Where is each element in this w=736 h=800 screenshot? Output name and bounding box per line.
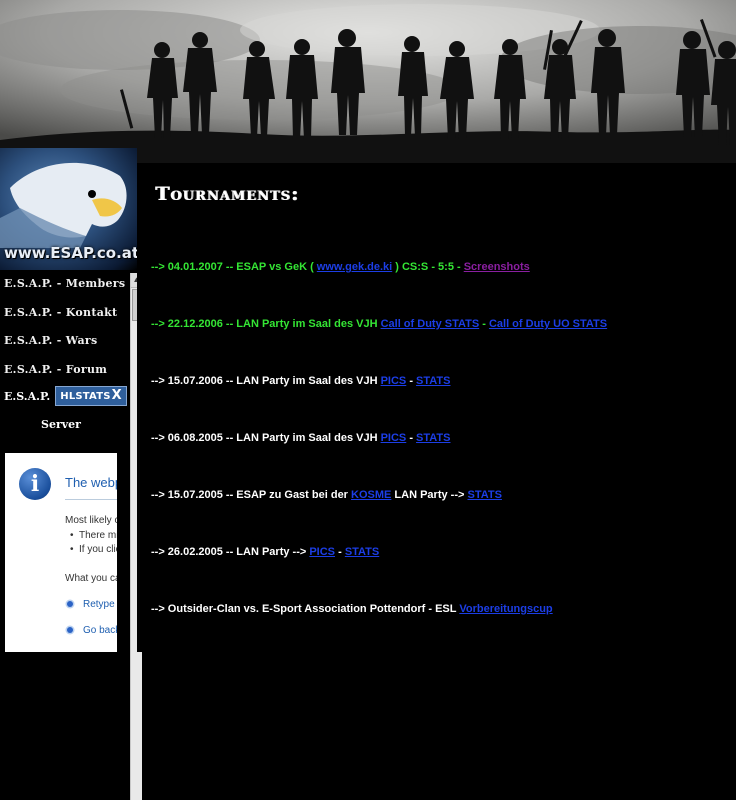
sidebar: www.ESAP.co.at E.S.A.P. - Members E.S.A.… bbox=[0, 148, 143, 800]
retype-option[interactable]: Retype the address. bbox=[67, 599, 117, 610]
bullet-icon bbox=[67, 627, 73, 634]
sidebar-menu: E.S.A.P. - Members E.S.A.P. - Kontakt E.… bbox=[0, 273, 130, 431]
tournament-link[interactable]: STATS bbox=[416, 375, 450, 387]
cause-bullet: If you clicked on a link, it may be out … bbox=[70, 544, 117, 555]
tournament-entry: --> 22.12.2006 -- LAN Party im Saal des … bbox=[151, 318, 607, 330]
hlstats-prefix: E.S.A.P. bbox=[4, 389, 51, 403]
go-back-option[interactable]: Go back to the previous page. bbox=[67, 625, 117, 636]
tournament-text: --> Outsider-Clan vs. E-Sport Associatio… bbox=[151, 603, 460, 615]
tournament-link[interactable]: KOSME bbox=[351, 489, 391, 501]
tournament-link[interactable]: Call of Duty STATS bbox=[381, 318, 480, 330]
tournament-text: --> 26.02.2005 -- LAN Party --> bbox=[151, 546, 310, 558]
hlstats-badge: HLSTATSX bbox=[55, 386, 127, 406]
hlstats-x-icon: X bbox=[111, 388, 122, 403]
hlstats-link[interactable]: E.S.A.P. HLSTATSX bbox=[0, 384, 130, 408]
tournament-text: --> 15.07.2005 -- ESAP zu Gast bei der bbox=[151, 489, 352, 501]
tournament-link[interactable]: STATS bbox=[345, 546, 379, 558]
tournament-link[interactable]: Call of Duty UO STATS bbox=[489, 318, 607, 330]
divider bbox=[65, 499, 117, 500]
bullet-icon bbox=[67, 601, 73, 608]
what-you-can-try: What you can try: bbox=[65, 573, 117, 584]
tournament-text: LAN Party --> bbox=[391, 489, 468, 501]
tournament-entry: --> 04.01.2007 -- ESAP vs GeK ( www.gek.… bbox=[151, 261, 530, 273]
main-content: Tournaments: --> 04.01.2007 -- ESAP vs G… bbox=[137, 163, 736, 652]
sidebar-item-wars[interactable]: E.S.A.P. - Wars bbox=[0, 330, 130, 359]
tournament-entry: --> 26.02.2005 -- LAN Party --> PICS - S… bbox=[151, 546, 379, 558]
hlstats-badge-text: HLSTATS bbox=[60, 391, 111, 402]
tournament-link[interactable]: Vorbereitungscup bbox=[459, 603, 552, 615]
tournament-text: --> 22.12.2006 -- LAN Party im Saal des … bbox=[151, 318, 381, 330]
header-banner bbox=[0, 0, 736, 163]
tournament-entry: --> 15.07.2005 -- ESAP zu Gast bei der K… bbox=[151, 489, 502, 501]
sidebar-item-forum[interactable]: E.S.A.P. - Forum bbox=[0, 359, 130, 388]
tournament-text: --> 06.08.2005 -- LAN Party im Saal des … bbox=[151, 432, 381, 444]
tournament-text: --> 04.01.2007 -- ESAP vs GeK ( bbox=[151, 261, 317, 273]
tournament-entry: --> 15.07.2006 -- LAN Party im Saal des … bbox=[151, 375, 450, 387]
tournament-entry: --> Outsider-Clan vs. E-Sport Associatio… bbox=[151, 603, 553, 615]
tournament-text: - bbox=[335, 546, 345, 558]
tournament-link[interactable]: STATS bbox=[467, 489, 501, 501]
esap-eagle-logo[interactable]: www.ESAP.co.at bbox=[0, 148, 137, 270]
tournament-link[interactable]: PICS bbox=[381, 432, 407, 444]
tournament-link[interactable]: www.gek.de.ki bbox=[317, 261, 392, 273]
tournament-link[interactable]: PICS bbox=[381, 375, 407, 387]
server-label: Server bbox=[41, 418, 81, 431]
tournament-link[interactable]: Screenshots bbox=[464, 261, 530, 273]
sidebar-item-members[interactable]: E.S.A.P. - Members bbox=[0, 273, 130, 302]
tournament-text: --> 15.07.2006 -- LAN Party im Saal des … bbox=[151, 375, 381, 387]
most-likely-causes: Most likely causes: bbox=[65, 515, 117, 526]
error-title: The webpage cannot be found bbox=[65, 475, 117, 490]
tournament-text: ) CS:S - 5:5 - bbox=[392, 261, 464, 273]
page-title: Tournaments: bbox=[155, 183, 299, 205]
error-iframe: i The webpage cannot be found Most likel… bbox=[5, 453, 117, 652]
info-icon: i bbox=[19, 468, 51, 500]
tournament-link[interactable]: PICS bbox=[309, 546, 335, 558]
tournament-entry: --> 06.08.2005 -- LAN Party im Saal des … bbox=[151, 432, 450, 444]
tournament-text: - bbox=[406, 432, 417, 444]
sidebar-item-kontakt[interactable]: E.S.A.P. - Kontakt bbox=[0, 302, 130, 331]
soldiers-banner-image bbox=[0, 0, 736, 163]
tournament-link[interactable]: STATS bbox=[416, 432, 450, 444]
tournament-text: - bbox=[479, 318, 489, 330]
logo-text: www.ESAP.co.at bbox=[4, 244, 137, 262]
cause-bullet: There might be a typing error in the add… bbox=[70, 530, 117, 541]
tournament-text: - bbox=[406, 375, 417, 387]
